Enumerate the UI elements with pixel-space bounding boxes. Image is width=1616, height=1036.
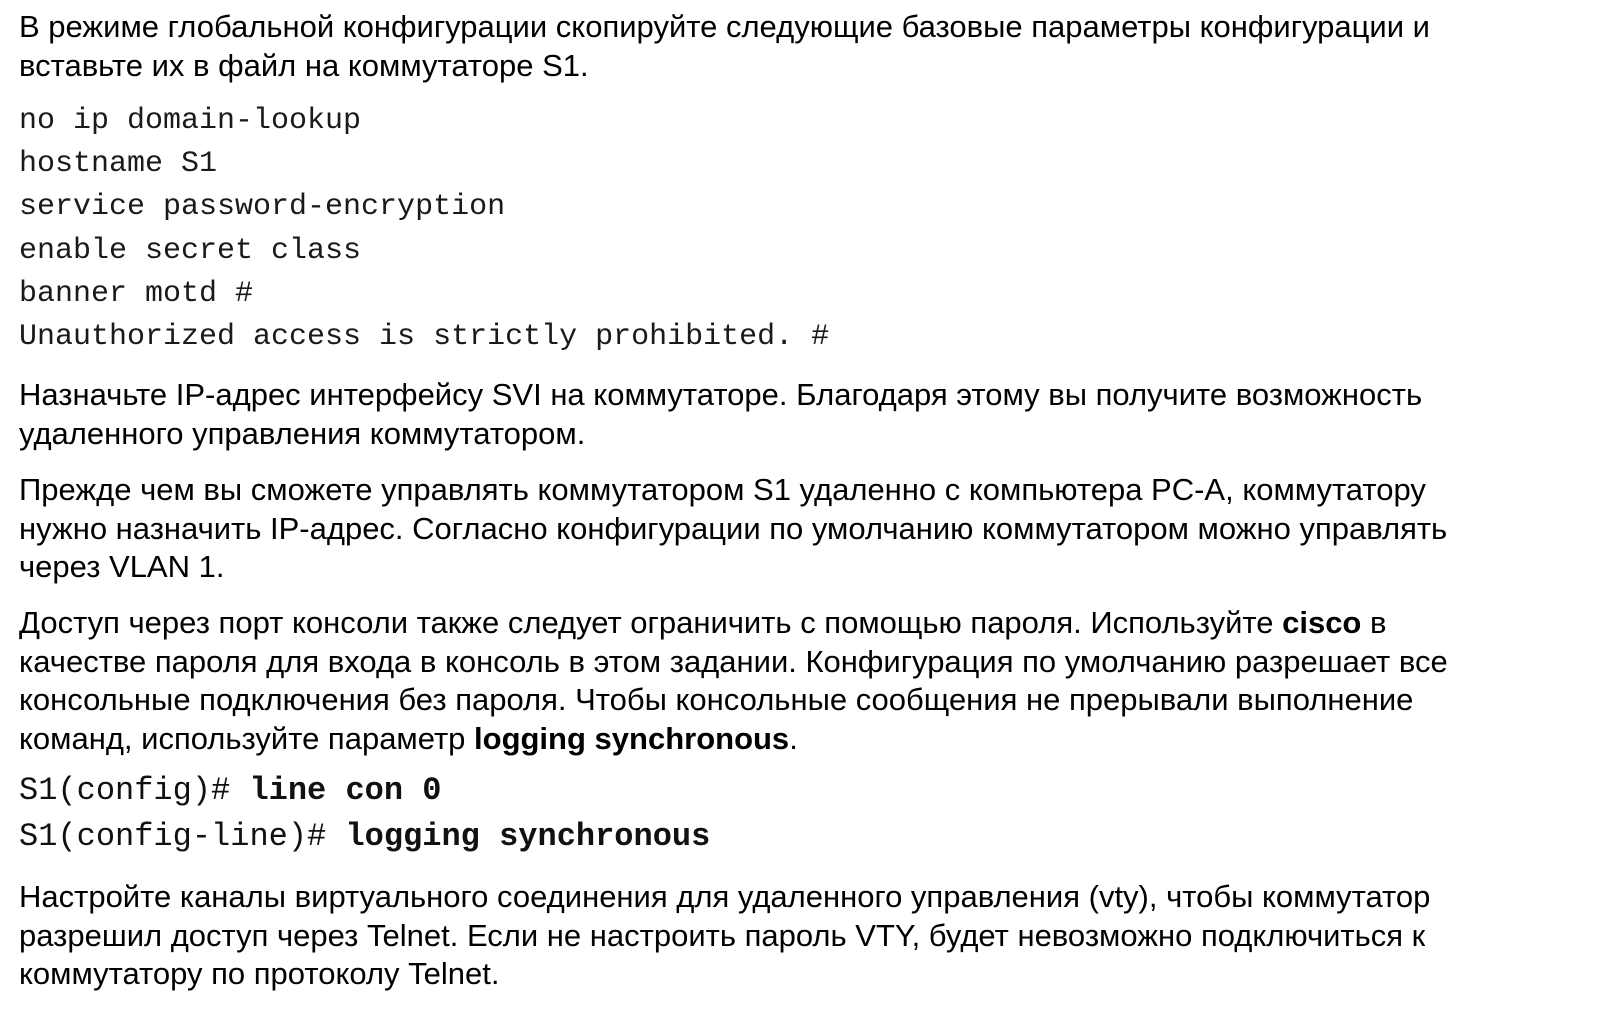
svi-paragraph: Назначьте IP-адрес интерфейсу SVI на ком… [19,376,1599,453]
console-password-keyword: cisco [1282,605,1362,640]
console-line-1-end: в [1361,605,1387,640]
config-line: banner motd # [19,277,254,311]
before-line-2: нужно назначить IP-адрес. Согласно конфи… [19,510,1448,546]
cli-prompt: S1(config-line)# [19,818,346,855]
console-line-4-text: команд, используйте параметр [19,720,475,756]
vty-paragraph: Настройте каналы виртуального соединения… [19,878,1599,994]
logging-synchronous-keyword: logging synchronous [474,720,790,756]
cli-line: S1(config-line)# logging synchronous [19,820,710,854]
config-line: enable secret class [19,234,362,268]
before-line-3: через VLAN 1. [19,549,225,584]
console-line-4-end: . [789,720,798,756]
cli-prompt: S1(config)# [19,772,250,809]
svi-line-1: Назначьте IP-адрес интерфейсу SVI на ком… [19,377,1423,412]
vty-line-3: коммутатору по протоколу Telnet. [19,956,500,991]
svi-line-2: удаленного управления коммутатором. [19,415,586,451]
vty-line-2: разрешил доступ через Telnet. Если не на… [19,917,1426,953]
intro-line-1: В режиме глобальной конфигурации скопиру… [19,9,1430,44]
document-page: В режиме глобальной конфигурации скопиру… [0,0,1616,1036]
console-line-4: команд, используйте параметр logging syn… [19,720,1599,759]
intro-paragraph: В режиме глобальной конфигурации скопиру… [19,8,1599,85]
vty-line-1: Настройте каналы виртуального соединения… [19,879,1431,914]
console-paragraph: Доступ через порт консоли также следует … [19,604,1599,758]
config-line: hostname S1 [19,147,218,181]
before-line-1: Прежде чем вы сможете управлять коммутат… [19,472,1426,507]
config-line: service password-encryption [19,190,506,224]
config-line: no ip domain-lookup [19,104,362,138]
before-paragraph: Прежде чем вы сможете управлять коммутат… [19,471,1599,587]
console-line-2: качестве пароля для входа в консоль в эт… [19,643,1448,679]
console-line-1: Доступ через порт консоли также следует … [19,604,1599,643]
console-line-3: консольные подключения без пароля. Чтобы… [19,682,1414,717]
cli-command: line con 0 [249,772,442,809]
console-line-1-text: Доступ через порт консоли также следует … [19,605,1283,640]
config-line: Unauthorized access is strictly prohibit… [19,320,830,354]
intro-line-2: вставьте их в файл на коммутаторе S1. [19,47,589,83]
cli-command: logging synchronous [345,818,711,855]
cli-line: S1(config)# line con 0 [19,774,441,808]
